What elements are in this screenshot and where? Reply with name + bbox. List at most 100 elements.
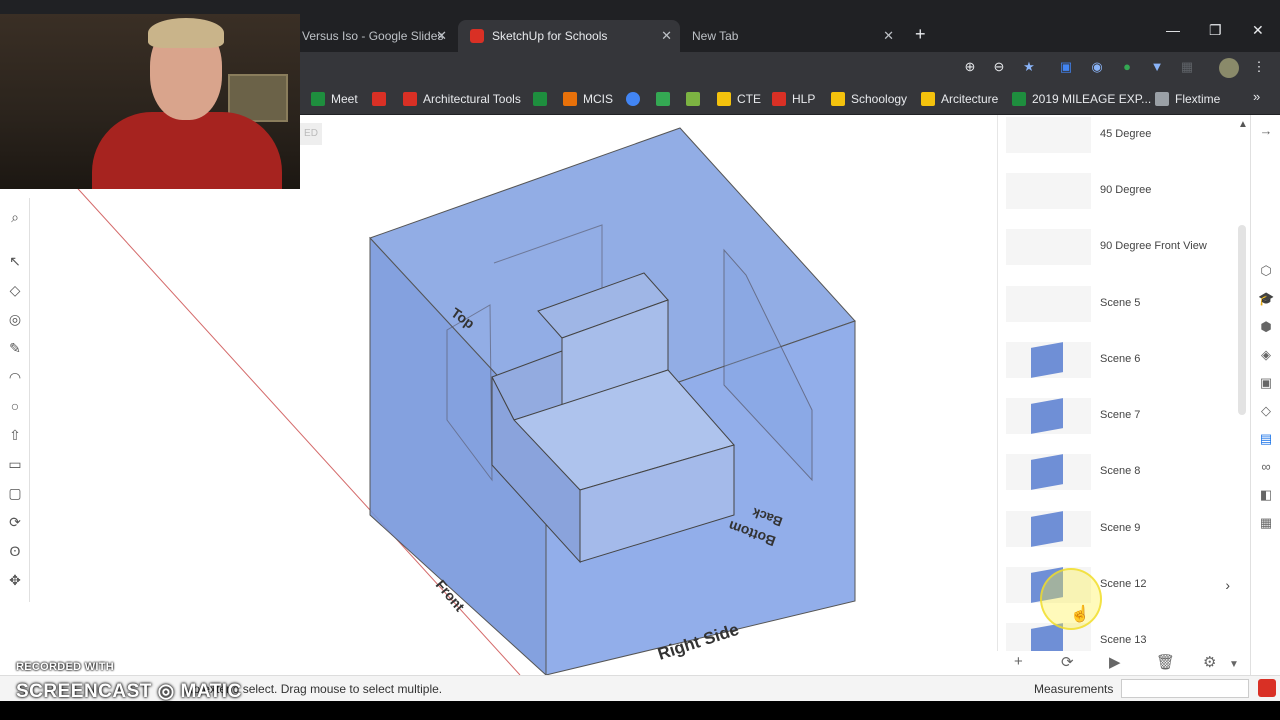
paint-tool-icon[interactable]: ◎ xyxy=(6,310,24,328)
green-bookmark-icon xyxy=(533,92,547,106)
scene-item[interactable]: 90 Degree Front View xyxy=(1006,229,1236,279)
settings-icon[interactable]: ⚙ xyxy=(1203,653,1216,671)
scene-label: Scene 5 xyxy=(1100,297,1141,309)
materials-icon[interactable]: ◈ xyxy=(1258,347,1274,363)
bookmark-cte[interactable]: CTE xyxy=(717,90,761,108)
update-scene-icon[interactable]: ⟳ xyxy=(1061,653,1074,671)
instructor-icon[interactable]: 🎓 xyxy=(1258,291,1274,307)
drive-icon xyxy=(656,92,670,106)
scene-thumbnail xyxy=(1006,173,1091,209)
walk-tool-icon[interactable]: ʘ xyxy=(6,542,24,560)
search-icon[interactable]: ⌕ xyxy=(6,208,24,226)
scene-label: 45 Degree xyxy=(1100,128,1152,140)
collapse-panel-icon[interactable]: → xyxy=(1258,123,1274,139)
add-icon[interactable]: ⊕ xyxy=(962,59,978,75)
tab-google-slides[interactable]: Versus Iso - Google Slides ✕ xyxy=(290,20,455,52)
panel-icon-strip: → ⬡ 🎓 ⬢ ◈ ▣ ◇ ▤ ∞ ◧ ▦ xyxy=(1250,115,1280,675)
add-scene-icon[interactable]: + xyxy=(1014,653,1023,670)
bookmark-star-icon[interactable]: ★ xyxy=(1021,59,1037,75)
outliner-icon[interactable]: ▦ xyxy=(1258,515,1274,531)
bookmark-schoology[interactable]: Schoology xyxy=(831,90,907,108)
close-icon[interactable]: ✕ xyxy=(883,28,894,44)
bookmark-drive[interactable] xyxy=(656,90,676,108)
circle-tool-icon[interactable]: ○ xyxy=(6,397,24,415)
section-tool-icon[interactable]: ✥ xyxy=(6,571,24,589)
orbit-tool-icon[interactable]: ⟳ xyxy=(6,513,24,531)
calendar-ext-icon[interactable]: ▣ xyxy=(1058,59,1074,75)
scene-thumbnail xyxy=(1006,286,1091,322)
scene-item[interactable]: Scene 8 xyxy=(1006,454,1236,504)
scenes-scrollbar[interactable] xyxy=(1238,225,1246,415)
push-pull-tool-icon[interactable]: ⇧ xyxy=(6,426,24,444)
extension-green-icon[interactable]: ● xyxy=(1119,59,1135,75)
styles-icon[interactable]: ▣ xyxy=(1258,375,1274,391)
letterbox-bar xyxy=(0,701,1280,720)
tab-title: SketchUp for Schools xyxy=(492,29,608,43)
offset-tool-icon[interactable]: ▭ xyxy=(6,455,24,473)
eraser-tool-icon[interactable]: ◇ xyxy=(6,281,24,299)
scenes-icon[interactable]: ▤ xyxy=(1258,431,1274,447)
scene-thumbnail xyxy=(1006,511,1091,547)
scroll-up-icon[interactable]: ▲ xyxy=(1238,119,1248,130)
scene-item[interactable]: Scene 9 xyxy=(1006,511,1236,561)
scene-item[interactable]: Scene 5 xyxy=(1006,286,1236,336)
chevron-right-icon[interactable]: › xyxy=(1225,577,1230,593)
scene-item[interactable]: 90 Degree xyxy=(1006,173,1236,223)
new-tab-icon[interactable]: + xyxy=(915,24,926,45)
architectural-tools-icon xyxy=(403,92,417,106)
select-tool-icon[interactable]: ↖ xyxy=(6,252,24,270)
shield-ext-icon[interactable]: ▼ xyxy=(1149,59,1165,75)
scene-label: Scene 8 xyxy=(1100,465,1141,477)
bookmark-google[interactable] xyxy=(626,90,646,108)
measurements-input[interactable] xyxy=(1121,679,1249,698)
bookmark-architectural-tools[interactable]: Architectural Tools xyxy=(403,90,521,108)
presenter-body xyxy=(92,112,282,189)
scene-item[interactable]: Scene 7 xyxy=(1006,398,1236,448)
screencast-ext-icon[interactable]: ◉ xyxy=(1089,59,1105,75)
menu-icon[interactable]: ⋮ xyxy=(1251,59,1267,75)
components-icon[interactable]: ⬢ xyxy=(1258,319,1274,335)
entity-info-icon[interactable]: ⬡ xyxy=(1258,263,1274,279)
scenes-panel-actions: + ⟳ ▶ 🗑 ⚙ ▼ xyxy=(997,651,1250,675)
zoom-icon[interactable]: ⊖ xyxy=(991,59,1007,75)
display-icon[interactable]: ∞ xyxy=(1258,459,1274,475)
scene-item[interactable]: Scene 6 xyxy=(1006,342,1236,392)
scene-label: 90 Degree xyxy=(1100,184,1152,196)
bookmark-meet[interactable]: Meet xyxy=(311,90,358,108)
bookmarks-overflow-icon[interactable]: » xyxy=(1253,89,1260,104)
delete-scene-icon[interactable]: 🗑 xyxy=(1156,653,1175,671)
bookmark-mileage[interactable]: 2019 MILEAGE EXP... xyxy=(1012,90,1151,108)
tags-icon[interactable]: ◇ xyxy=(1258,403,1274,419)
tape-tool-icon[interactable]: ▢ xyxy=(6,484,24,502)
measurements-label: Measurements xyxy=(1034,682,1114,696)
scene-label: Scene 6 xyxy=(1100,353,1141,365)
bookmark-gmail[interactable] xyxy=(372,90,392,108)
bookmark-arcitecture[interactable]: Arcitecture xyxy=(921,90,998,108)
tab-new-tab[interactable]: New Tab ✕ xyxy=(680,20,902,52)
pencil-tool-icon[interactable]: ✎ xyxy=(6,339,24,357)
scene-thumbnail xyxy=(1006,454,1091,490)
bookmark-green[interactable] xyxy=(533,90,553,108)
folder-icon xyxy=(921,92,935,106)
extension-grid-icon[interactable]: ▦ xyxy=(1179,59,1195,75)
play-animation-icon[interactable]: ▶ xyxy=(1109,653,1121,671)
window-close-icon[interactable]: ✕ xyxy=(1252,22,1264,39)
scroll-down-icon[interactable]: ▼ xyxy=(1229,659,1239,670)
close-icon[interactable]: ✕ xyxy=(661,28,672,44)
scene-item[interactable]: 45 Degree xyxy=(1006,117,1236,167)
mcis-icon xyxy=(563,92,577,106)
bookmark-flextime[interactable]: Flextime xyxy=(1155,90,1220,108)
tab-sketchup[interactable]: SketchUp for Schools ✕ xyxy=(458,20,680,52)
close-icon[interactable]: ✕ xyxy=(436,28,447,44)
bookmark-mcis[interactable]: MCIS xyxy=(563,90,613,108)
scene-label: 90 Degree Front View xyxy=(1100,240,1207,252)
gmail-icon xyxy=(372,92,386,106)
bookmark-hlp[interactable]: HLP xyxy=(772,90,815,108)
arc-tool-icon[interactable]: ◠ xyxy=(6,368,24,386)
bookmark-classroom[interactable] xyxy=(686,90,706,108)
profile-avatar[interactable] xyxy=(1219,58,1239,78)
minimize-icon[interactable]: — xyxy=(1166,22,1180,38)
model-viewport[interactable]: Top Front Right Side Bottom Back xyxy=(30,115,997,675)
shadows-icon[interactable]: ◧ xyxy=(1258,487,1274,503)
restore-icon[interactable]: ❐ xyxy=(1209,22,1222,39)
